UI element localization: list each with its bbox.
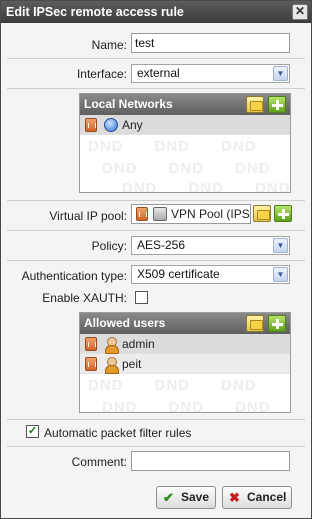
watermark-text: DND DND DND [88, 377, 257, 394]
edit-ipsec-dialog: Edit IPSec remote access rule ✕ Name: In… [0, 0, 312, 519]
divider [7, 88, 305, 89]
add-icon[interactable] [268, 96, 286, 113]
local-networks-panel: Local Networks Any DND DND DND DND DND D… [79, 93, 291, 193]
policy-select[interactable]: AES-256 ▼ [131, 236, 290, 255]
chevron-down-icon[interactable]: ▼ [273, 238, 288, 253]
local-networks-title: Local Networks [84, 97, 173, 111]
user-icon [104, 357, 119, 374]
dialog-title: Edit IPSec remote access rule [6, 5, 184, 19]
allowed-users-header: Allowed users [80, 313, 290, 334]
trash-icon[interactable] [136, 207, 148, 221]
allowed-users-title: Allowed users [84, 316, 166, 330]
policy-label: Policy: [91, 239, 127, 253]
name-label: Name: [91, 38, 127, 52]
list-item[interactable]: Any [80, 115, 290, 135]
divider [7, 446, 305, 447]
dialog-titlebar: Edit IPSec remote access rule ✕ [1, 1, 311, 23]
cancel-button[interactable]: ✖ Cancel [222, 486, 292, 509]
watermark-text: DND DND DND [102, 160, 271, 177]
virtual-ip-field[interactable]: VPN Pool (IPSec) [131, 204, 251, 224]
trash-icon[interactable] [85, 337, 97, 351]
folder-icon[interactable] [246, 96, 264, 113]
comment-input[interactable] [131, 451, 290, 471]
auth-type-select[interactable]: X509 certificate ▼ [131, 265, 290, 284]
auth-type-label: Authentication type: [21, 269, 127, 283]
divider [7, 58, 305, 59]
watermark-text: DND DND DND [102, 399, 271, 413]
save-button[interactable]: ✔ Save [156, 486, 216, 509]
cancel-button-label: Cancel [247, 490, 287, 504]
add-icon[interactable] [274, 205, 292, 222]
auth-type-value: X509 certificate [137, 267, 220, 281]
list-item-label: Any [122, 118, 143, 132]
list-item-label: peit [122, 357, 142, 371]
globe-icon [104, 118, 118, 132]
auto-rules-checkbox[interactable]: ✓ [26, 425, 39, 438]
list-item-label: admin [122, 337, 155, 351]
divider [7, 419, 305, 420]
user-icon [104, 337, 119, 354]
interface-select[interactable]: external ▼ [131, 64, 290, 83]
policy-value: AES-256 [137, 238, 186, 252]
interface-value: external [137, 66, 180, 80]
divider [7, 200, 305, 201]
trash-icon[interactable] [85, 357, 97, 371]
folder-icon[interactable] [246, 315, 264, 332]
virtual-ip-label: Virtual IP pool: [49, 209, 127, 223]
interface-label: Interface: [76, 67, 127, 81]
virtual-ip-value: VPN Pool (IPSec) [171, 207, 250, 221]
comment-label: Comment: [71, 455, 127, 469]
chevron-down-icon[interactable]: ▼ [273, 66, 288, 81]
local-networks-header: Local Networks [80, 94, 290, 115]
watermark-text: DND DND DND [122, 180, 291, 193]
check-icon: ✔ [163, 490, 174, 505]
x-icon: ✖ [229, 490, 240, 505]
trash-icon[interactable] [85, 118, 97, 132]
name-input[interactable] [131, 33, 290, 53]
list-item[interactable]: peit [80, 354, 290, 374]
chevron-down-icon[interactable]: ▼ [273, 267, 288, 282]
add-icon[interactable] [268, 315, 286, 332]
allowed-users-panel: Allowed users admin peit DND DND DND DND… [79, 312, 291, 413]
network-pool-icon [153, 207, 167, 221]
auto-rules-label: Automatic packet filter rules [44, 426, 192, 440]
watermark-text: DND DND DND [88, 138, 257, 155]
list-item[interactable]: admin [80, 334, 290, 354]
folder-icon[interactable] [253, 205, 271, 222]
xauth-label: Enable XAUTH: [42, 291, 127, 305]
divider [7, 230, 305, 231]
divider [7, 260, 305, 261]
xauth-checkbox[interactable] [135, 291, 148, 304]
close-icon[interactable]: ✕ [292, 4, 308, 20]
save-button-label: Save [181, 490, 210, 504]
